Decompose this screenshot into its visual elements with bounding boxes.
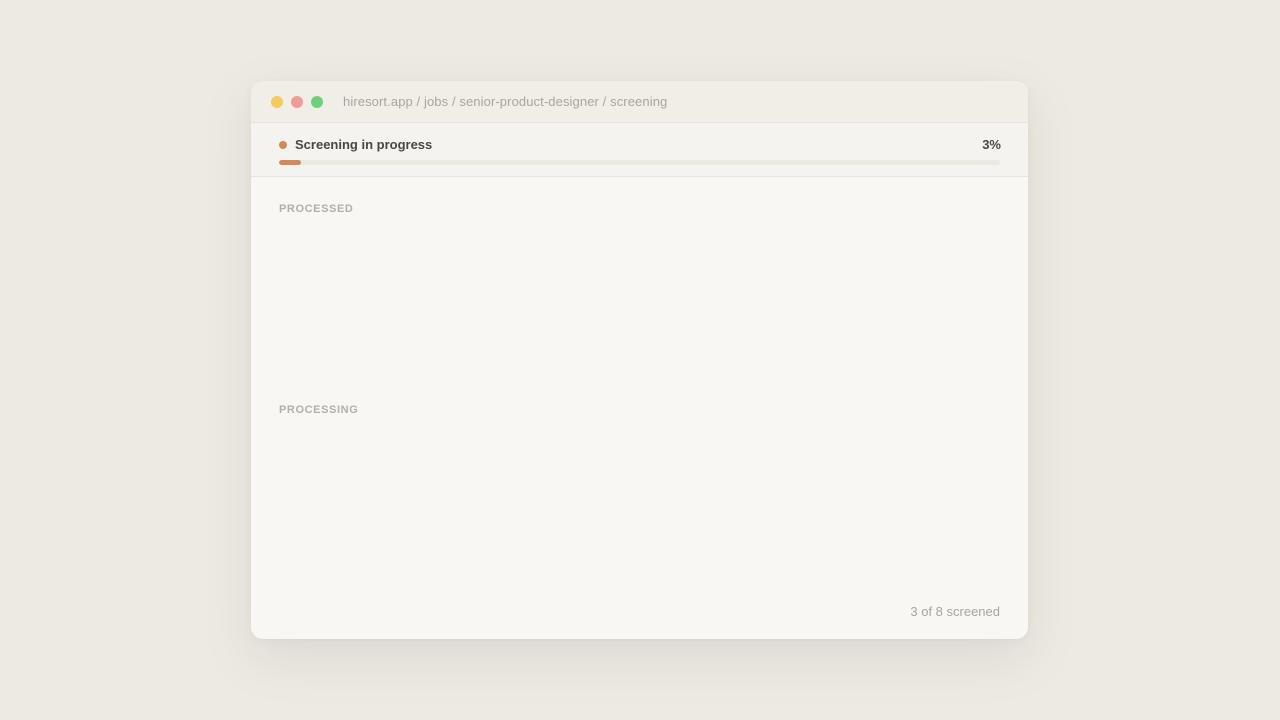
status-label: Screening in progress <box>295 137 433 152</box>
progress-section: Screening in progress 3% <box>251 123 1028 177</box>
status-row: Screening in progress 3% <box>279 123 1001 152</box>
app-window: hiresort.app / jobs / senior-product-des… <box>251 81 1028 639</box>
title-bar: hiresort.app / jobs / senior-product-des… <box>251 81 1028 123</box>
window-minimize-button[interactable] <box>271 95 283 108</box>
window-maximize-button[interactable] <box>311 95 323 108</box>
processed-section-label: PROCESSED <box>279 203 354 215</box>
status-left: Screening in progress <box>279 137 432 152</box>
progress-track <box>279 160 1000 165</box>
screened-count: 3 of 8 screened <box>910 604 1000 619</box>
processing-section-label: PROCESSING <box>279 404 359 416</box>
status-indicator-icon <box>279 140 287 149</box>
window-close-button[interactable] <box>291 95 303 108</box>
traffic-lights <box>271 95 323 108</box>
url-breadcrumb: hiresort.app / jobs / senior-product-des… <box>343 94 668 109</box>
stage: hiresort.app / jobs / senior-product-des… <box>0 0 1280 720</box>
progress-percent: 3% <box>982 137 1001 152</box>
progress-fill <box>279 160 301 165</box>
